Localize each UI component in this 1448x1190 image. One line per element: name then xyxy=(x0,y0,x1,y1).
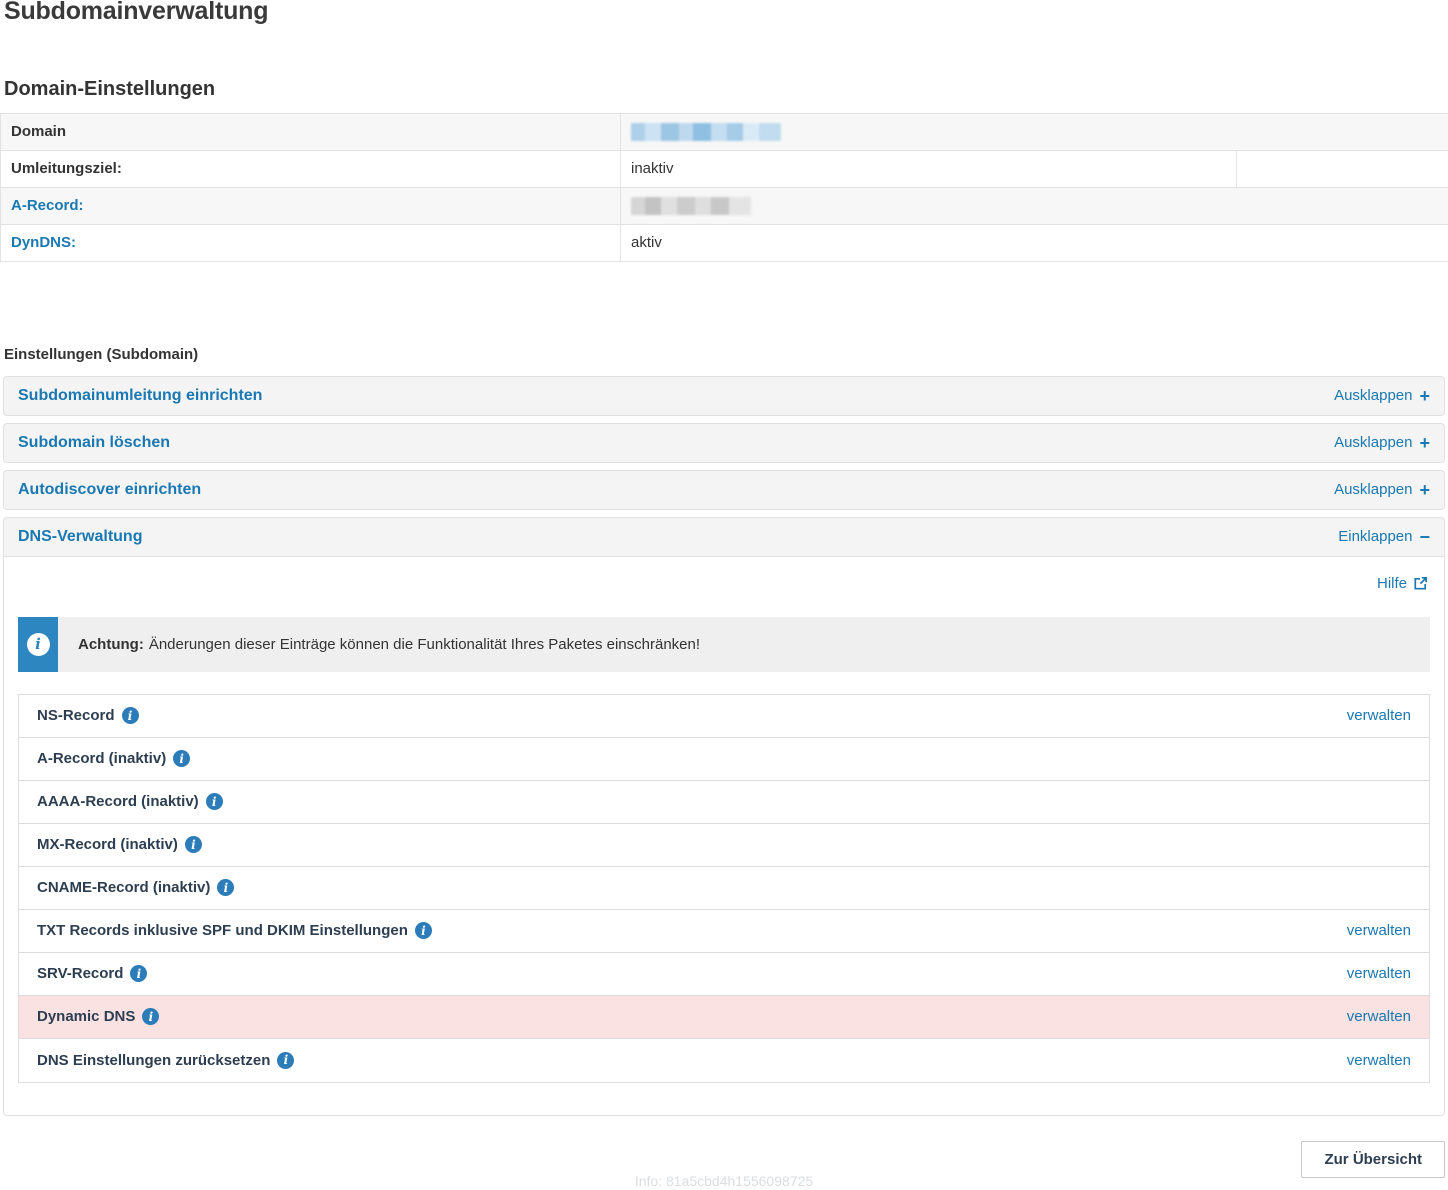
info-icon[interactable]: i xyxy=(206,793,223,810)
dns-row-srv-record: SRV-Record i verwalten xyxy=(19,953,1429,996)
accordion-item-autodiscover: Autodiscover einrichten Ausklappen + xyxy=(3,470,1445,510)
table-row-domain: Domain xyxy=(1,113,1448,150)
page-title: Subdomainverwaltung xyxy=(4,0,1448,26)
accordion-title-autodiscover[interactable]: Autodiscover einrichten xyxy=(18,481,201,499)
accordion-title-dns-management[interactable]: DNS-Verwaltung xyxy=(18,528,142,546)
minus-icon: − xyxy=(1419,528,1430,546)
record-label: DNS Einstellungen zurücksetzen xyxy=(37,1052,270,1069)
plus-icon: + xyxy=(1419,387,1430,405)
expand-toggle[interactable]: Ausklappen + xyxy=(1334,481,1430,499)
record-label: CNAME-Record (inaktiv) xyxy=(37,879,210,896)
manage-link[interactable]: verwalten xyxy=(1347,1008,1411,1025)
dns-management-panel: Hilfe i Achtung:Änderun xyxy=(3,557,1445,1116)
collapse-toggle[interactable]: Einklappen − xyxy=(1338,528,1430,546)
settings-accordion: Subdomainumleitung einrichten Ausklappen… xyxy=(3,376,1445,1116)
a-record-link[interactable]: A-Record: xyxy=(11,197,84,214)
dns-record-list: NS-Record i verwalten A-Record (inaktiv)… xyxy=(18,694,1430,1083)
info-icon[interactable]: i xyxy=(122,707,139,724)
subdomain-management-page: Subdomainverwaltung Domain-Einstellungen… xyxy=(0,0,1448,1190)
manage-link[interactable]: verwalten xyxy=(1347,1052,1411,1069)
accordion-header-dns-management[interactable]: DNS-Verwaltung Einklappen − xyxy=(3,517,1445,557)
toggle-label: Einklappen xyxy=(1338,528,1412,545)
manage-link[interactable]: verwalten xyxy=(1347,707,1411,724)
plus-icon: + xyxy=(1419,434,1430,452)
redacted-a-record-value xyxy=(631,197,751,215)
toggle-label: Ausklappen xyxy=(1334,434,1412,451)
toggle-label: Ausklappen xyxy=(1334,481,1412,498)
dns-row-mx-record: MX-Record (inaktiv) i xyxy=(19,824,1429,867)
info-icon[interactable]: i xyxy=(277,1052,294,1069)
info-icon[interactable]: i xyxy=(217,879,234,896)
accordion-item-dns-management: DNS-Verwaltung Einklappen − Hilfe xyxy=(3,517,1445,1116)
accordion-header-delete-subdomain[interactable]: Subdomain löschen Ausklappen + xyxy=(3,423,1445,463)
info-icon: i xyxy=(27,633,50,656)
domain-settings-heading: Domain-Einstellungen xyxy=(4,78,1448,101)
redirect-target-value: inaktiv xyxy=(621,150,1237,187)
table-row-redirect-target: Umleitungsziel: inaktiv xyxy=(1,150,1448,187)
external-link-icon xyxy=(1413,576,1428,591)
alert-text: Änderungen dieser Einträge können die Fu… xyxy=(149,636,700,653)
toggle-label: Ausklappen xyxy=(1334,387,1412,404)
subdomain-settings-heading: Einstellungen (Subdomain) xyxy=(4,346,1448,363)
accordion-item-subdomain-redirect: Subdomainumleitung einrichten Ausklappen… xyxy=(3,376,1445,416)
help-label: Hilfe xyxy=(1377,575,1407,592)
redacted-domain-value xyxy=(631,123,781,141)
dyndns-link[interactable]: DynDNS: xyxy=(11,234,76,251)
table-row-a-record: A-Record: xyxy=(1,187,1448,224)
table-row-dyndns: DynDNS: aktiv xyxy=(1,224,1448,261)
record-label: TXT Records inklusive SPF und DKIM Einst… xyxy=(37,922,408,939)
dns-row-reset-dns: DNS Einstellungen zurücksetzen i verwalt… xyxy=(19,1039,1429,1082)
redirect-target-label: Umleitungsziel: xyxy=(1,150,621,187)
record-label: AAAA-Record (inaktiv) xyxy=(37,793,199,810)
alert-icon-box: i xyxy=(18,617,58,672)
a-record-value-cell xyxy=(621,187,1448,224)
record-label: MX-Record (inaktiv) xyxy=(37,836,178,853)
info-icon[interactable]: i xyxy=(130,965,147,982)
dns-row-a-record: A-Record (inaktiv) i xyxy=(19,738,1429,781)
info-icon[interactable]: i xyxy=(142,1008,159,1025)
alert-message: Achtung: Änderungen dieser Einträge könne… xyxy=(58,617,1430,672)
footer-info: Info: 81a5cbd4h1556098725 xyxy=(0,1173,1448,1189)
expand-toggle[interactable]: Ausklappen + xyxy=(1334,434,1430,452)
expand-toggle[interactable]: Ausklappen + xyxy=(1334,387,1430,405)
dyndns-value: aktiv xyxy=(621,224,1448,261)
overview-button[interactable]: Zur Übersicht xyxy=(1301,1141,1445,1178)
help-link[interactable]: Hilfe xyxy=(1377,575,1428,592)
dns-row-dynamic-dns: Dynamic DNS i verwalten xyxy=(19,996,1429,1039)
accordion-item-delete-subdomain: Subdomain löschen Ausklappen + xyxy=(3,423,1445,463)
domain-value-cell xyxy=(621,113,1448,150)
domain-settings-table: Domain Umleitungsziel: inaktiv A-Record:… xyxy=(0,113,1448,262)
record-label: NS-Record xyxy=(37,707,115,724)
dns-row-aaaa-record: AAAA-Record (inaktiv) i xyxy=(19,781,1429,824)
manage-link[interactable]: verwalten xyxy=(1347,922,1411,939)
accordion-header-subdomain-redirect[interactable]: Subdomainumleitung einrichten Ausklappen… xyxy=(3,376,1445,416)
domain-label: Domain xyxy=(1,113,621,150)
record-label: A-Record (inaktiv) xyxy=(37,750,166,767)
accordion-header-autodiscover[interactable]: Autodiscover einrichten Ausklappen + xyxy=(3,470,1445,510)
info-icon[interactable]: i xyxy=(415,922,432,939)
record-label: Dynamic DNS xyxy=(37,1008,135,1025)
manage-link[interactable]: verwalten xyxy=(1347,965,1411,982)
dns-row-txt-records: TXT Records inklusive SPF und DKIM Einst… xyxy=(19,910,1429,953)
info-icon[interactable]: i xyxy=(185,836,202,853)
dns-row-ns-record: NS-Record i verwalten xyxy=(19,695,1429,738)
info-icon[interactable]: i xyxy=(173,750,190,767)
plus-icon: + xyxy=(1419,481,1430,499)
warning-alert: i Achtung: Änderungen dieser Einträge kön… xyxy=(18,617,1430,672)
dns-row-cname-record: CNAME-Record (inaktiv) i xyxy=(19,867,1429,910)
button-row: Zur Übersicht xyxy=(0,1141,1445,1178)
help-row: Hilfe xyxy=(18,571,1430,595)
empty-cell xyxy=(1237,150,1448,187)
accordion-title-subdomain-redirect[interactable]: Subdomainumleitung einrichten xyxy=(18,387,262,405)
record-label: SRV-Record xyxy=(37,965,123,982)
accordion-title-delete-subdomain[interactable]: Subdomain löschen xyxy=(18,434,170,452)
alert-prefix: Achtung: xyxy=(78,636,144,653)
